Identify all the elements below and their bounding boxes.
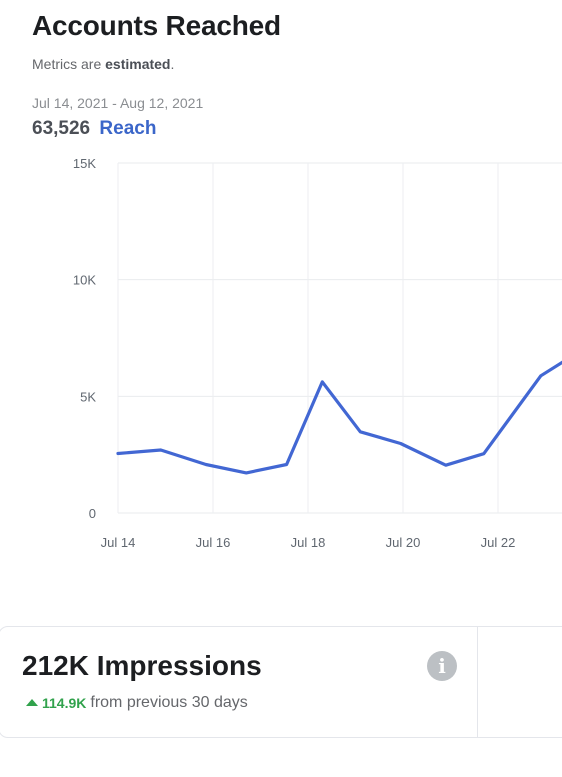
y-tick-label: 5K — [80, 389, 96, 404]
y-tick-label: 0 — [89, 506, 96, 521]
reach-total: 63,526 Reach — [32, 118, 156, 140]
reach-series-line — [116, 360, 562, 475]
x-tick-label: Jul 14 — [101, 535, 136, 550]
estimate-note: Metrics are estimated. — [32, 56, 174, 72]
reach-line-chart: 0 5K 10K 15K Jul 14 Jul 16 Jul 18 Jul 20 Jul 22 — [73, 156, 562, 550]
y-tick-label: 10K — [73, 273, 96, 288]
date-range: Jul 14, 2021 - Aug 12, 2021 — [32, 95, 204, 111]
impressions-delta: 114.9K from previous 30 days — [26, 694, 248, 712]
impressions-delta-value: 114.9K — [42, 695, 87, 711]
estimate-note-bold: estimated — [105, 56, 171, 72]
y-tick-label: 15K — [73, 156, 96, 171]
info-icon[interactable]: i — [427, 651, 457, 681]
reach-metric-label: Reach — [99, 118, 157, 139]
page-title: Accounts Reached — [32, 10, 281, 41]
x-tick-label: Jul 16 — [196, 535, 231, 550]
estimate-note-prefix: Metrics are — [32, 56, 106, 72]
arrow-up-icon — [26, 699, 38, 706]
page: Accounts Reached Metrics are estimated. … — [0, 0, 562, 777]
x-tick-label: Jul 20 — [386, 535, 421, 550]
reach-total-value: 63,526 — [32, 118, 91, 139]
estimate-note-suffix: . — [170, 56, 175, 72]
x-tick-label: Jul 18 — [291, 535, 326, 550]
impressions-delta-text: from previous 30 days — [90, 694, 248, 711]
x-tick-label: Jul 22 — [481, 535, 516, 550]
card-divider — [477, 626, 478, 738]
impressions-title: 212K Impressions — [22, 650, 262, 681]
